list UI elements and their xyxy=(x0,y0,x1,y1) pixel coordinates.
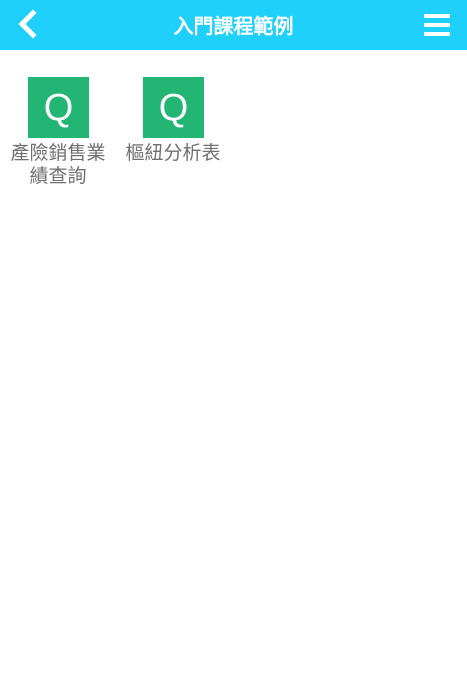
app-tile-pivot-table[interactable]: Q 樞紐分析表 xyxy=(118,77,228,165)
svg-text:Q: Q xyxy=(43,87,73,129)
q-app-icon: Q xyxy=(27,77,89,138)
hamburger-menu-icon xyxy=(424,14,450,18)
menu-button[interactable] xyxy=(424,14,450,38)
app-label: 產險銷售業績查詢 xyxy=(10,142,106,187)
q-app-icon: Q xyxy=(142,77,204,138)
svg-text:Q: Q xyxy=(158,87,188,129)
chevron-left-icon xyxy=(18,9,37,39)
app-header: 入門課程範例 xyxy=(0,0,467,50)
app-tile-sales-query[interactable]: Q 產險銷售業績查詢 xyxy=(3,77,113,188)
hamburger-bar xyxy=(424,23,450,27)
hamburger-bar xyxy=(424,32,450,36)
back-button[interactable] xyxy=(14,9,44,40)
page-title: 入門課程範例 xyxy=(173,14,294,38)
app-label: 樞紐分析表 xyxy=(125,142,221,164)
